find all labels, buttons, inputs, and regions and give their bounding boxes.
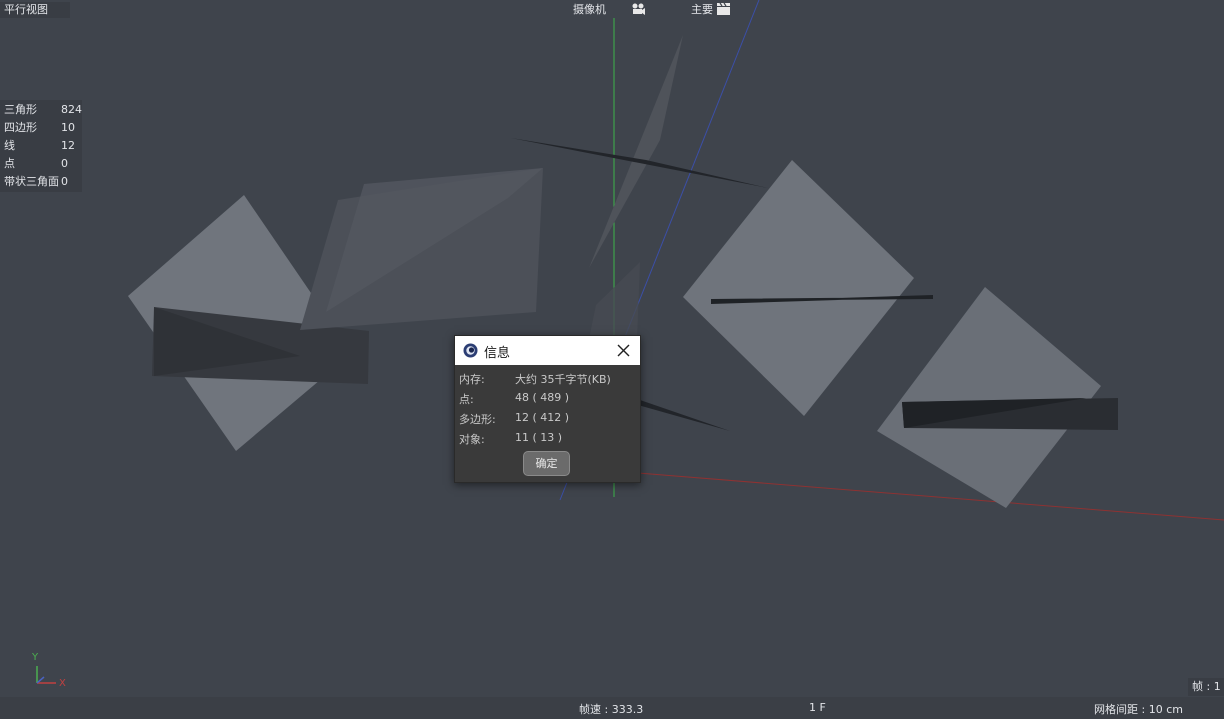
info-value: 11 ( 13 ) [515,431,563,444]
grid-spacing: 网格间距 : 10 cm [1094,703,1183,716]
display-mode-menu[interactable]: 主要 [691,2,713,18]
info-row-points: 点: 48 ( 489 ) [455,391,640,411]
stat-value: 824 [61,103,82,116]
info-label: 内存: [459,373,485,386]
dialog-titlebar[interactable]: 信息 [455,336,640,365]
stat-row: 三角形 824 [0,101,82,119]
info-value: 48 ( 489 ) [515,391,570,404]
axis-x-label: X [59,678,66,689]
stat-label: 点 [4,157,15,170]
stat-value: 0 [61,175,68,188]
info-label: 对象: [459,433,485,446]
info-label: 多边形: [459,413,496,426]
current-frame: 1 F [809,701,826,714]
view-name-label[interactable]: 平行视图 [0,2,70,18]
camera-menu[interactable]: 摄像机 [573,2,606,18]
plane-center-dark-tip [638,400,730,431]
info-row-objects: 对象: 11 ( 13 ) [455,431,640,451]
scene-stats-panel: 三角形 824 四边形 10 线 12 点0 带状三角面 0 [0,100,82,192]
stat-row: 点0 [0,155,82,173]
dialog-title: 信息 [484,346,511,361]
close-icon[interactable] [616,343,631,358]
plane-far-right-diamond [877,287,1101,508]
info-row-memory: 内存: 大约 35千字节(KB) [455,371,640,391]
ok-button[interactable]: 确定 [523,451,570,476]
fps-readout: 帧速 : 333.3 [579,703,644,716]
info-dialog: 信息 内存: 大约 35千字节(KB) 点: 48 ( 489 ) 多边形: 1… [454,335,641,483]
stat-value: 12 [61,139,75,152]
clapperboard-icon[interactable] [716,2,732,18]
plane-right-diamond [683,160,914,416]
stat-row: 四边形 10 [0,119,82,137]
plane-center-sliver [589,35,683,268]
stat-label: 三角形 [4,103,37,116]
camera-icon[interactable] [630,2,646,18]
stat-row: 带状三角面 0 [0,173,82,191]
stat-label: 线 [4,139,15,152]
axis-gizmo: Y X [30,652,70,692]
axis-y-label: Y [32,652,39,663]
frame-badge: 帧 : 1 [1188,678,1224,696]
stat-value: 0 [61,157,68,170]
info-value: 大约 35千字节(KB) [515,373,611,386]
stat-label: 带状三角面 [4,175,59,188]
info-value: 12 ( 412 ) [515,411,570,424]
info-label: 点: [459,393,474,406]
stat-value: 10 [61,121,75,134]
x-axis-line [599,469,1224,521]
stat-row: 线 12 [0,137,82,155]
stat-label: 四边形 [4,121,37,134]
cinema4d-logo-icon [463,343,478,358]
status-bar: 帧速 : 333.3 1 F 网格间距 : 10 cm [0,697,1224,719]
info-row-polygons: 多边形: 12 ( 412 ) [455,411,640,431]
